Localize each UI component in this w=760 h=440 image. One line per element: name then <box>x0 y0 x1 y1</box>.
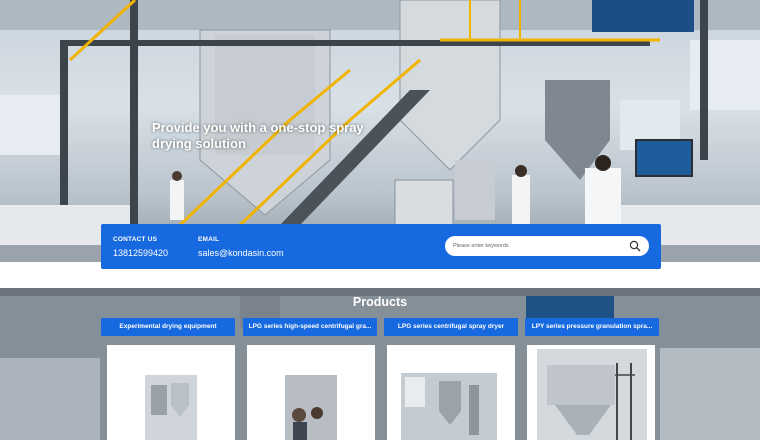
phone-number[interactable]: 13812599420 <box>113 248 168 258</box>
product-card[interactable] <box>107 345 235 440</box>
hero-banner: Provide you with a one-stop spray drying… <box>0 0 760 262</box>
phone-label: CONTACT US <box>113 236 158 243</box>
email-block: EMAIL sales@kondasin.com <box>198 236 284 258</box>
search-icon[interactable] <box>629 240 641 252</box>
page: Provide you with a one-stop spray drying… <box>0 0 760 440</box>
products-title: Products <box>352 295 408 309</box>
product-tab-experimental[interactable]: Experimental drying equipment <box>101 318 235 336</box>
phone-block: CONTACT US 13812599420 <box>113 236 168 258</box>
product-card[interactable] <box>527 345 655 440</box>
search-box <box>445 236 649 256</box>
email-label: EMAIL <box>198 236 220 243</box>
email-address[interactable]: sales@kondasin.com <box>198 248 284 258</box>
contact-bar: CONTACT US 13812599420 EMAIL sales@konda… <box>101 224 661 269</box>
product-tab-lpg-high-speed[interactable]: LPG series high-speed centrifugal gra... <box>243 318 377 336</box>
products-section: Products Experimental drying equipment L… <box>0 288 760 440</box>
search-input[interactable] <box>453 239 623 253</box>
product-image <box>285 375 337 440</box>
product-image <box>401 373 497 440</box>
product-image <box>145 375 197 440</box>
product-tab-lpy-pressure[interactable]: LPY series pressure granulation spra... <box>525 318 659 336</box>
product-image <box>537 349 647 440</box>
product-card[interactable] <box>247 345 375 440</box>
product-card[interactable] <box>387 345 515 440</box>
hero-title: Provide you with a one-stop spray drying… <box>152 120 364 151</box>
product-tab-lpg-centrifugal[interactable]: LPG series centrifugal spray dryer <box>384 318 518 336</box>
